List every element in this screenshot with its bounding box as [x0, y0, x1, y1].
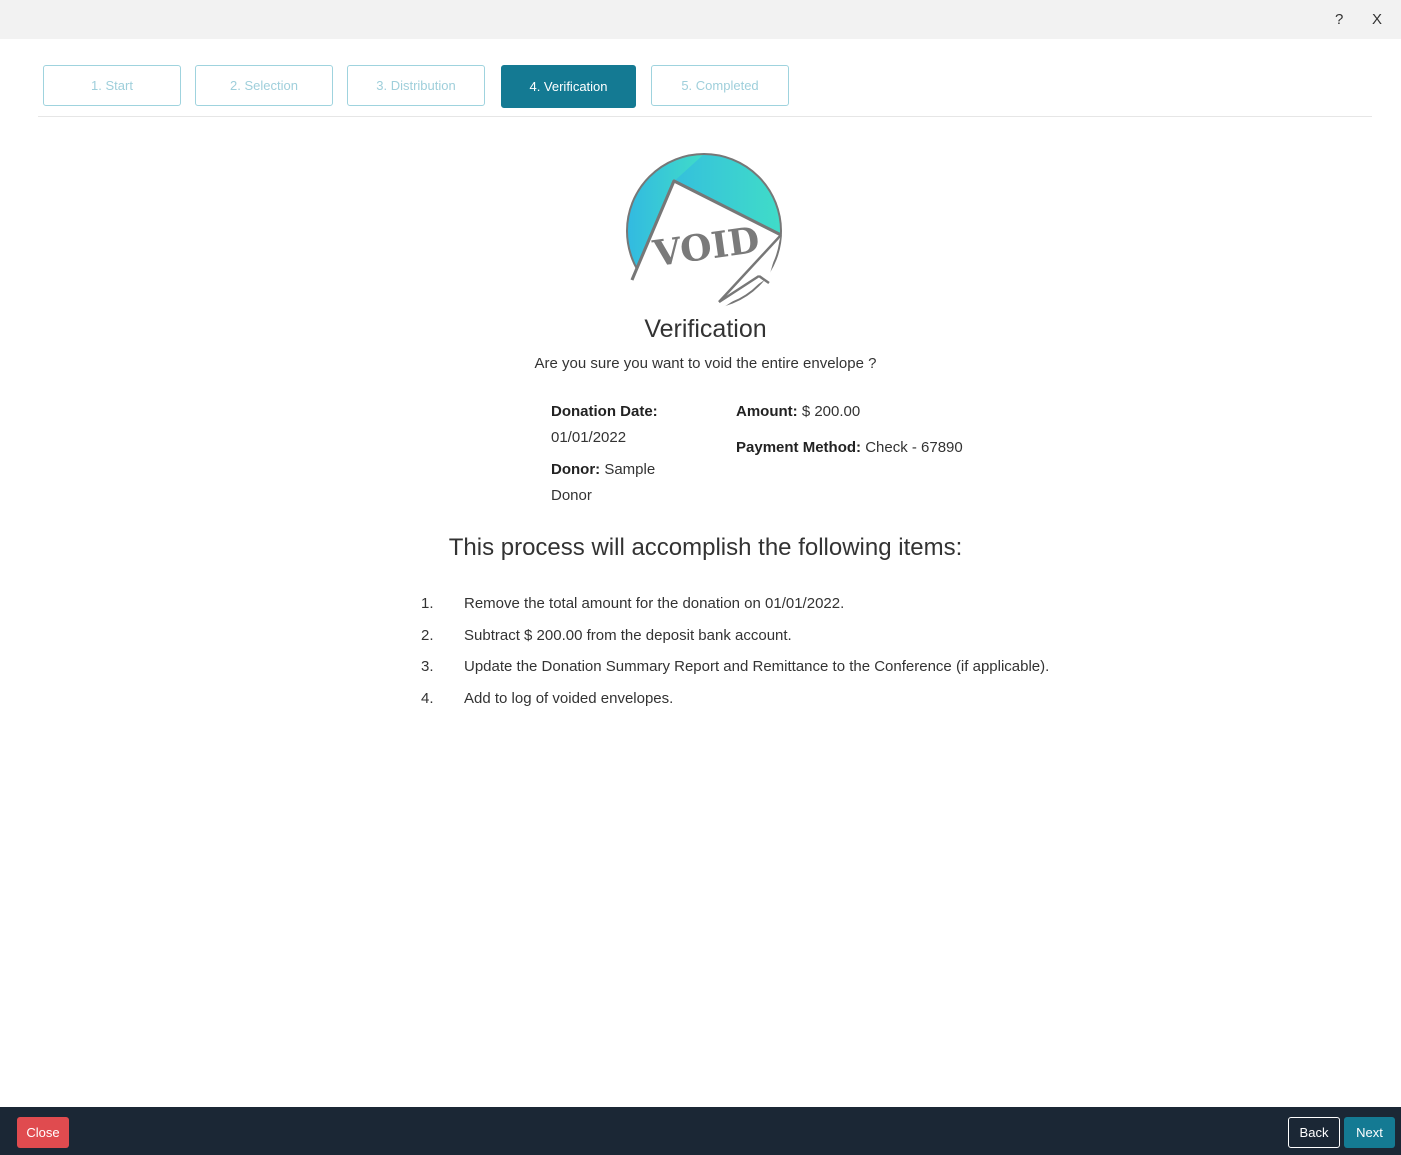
donation-date-label: Donation Date:: [551, 403, 658, 420]
close-window-button[interactable]: X: [1372, 11, 1382, 29]
list-item-text: Update the Donation Summary Report and R…: [464, 658, 1050, 676]
back-button[interactable]: Back: [1288, 1117, 1340, 1148]
list-item: 4. Add to log of voided envelopes.: [421, 687, 1121, 719]
list-item-number: 2.: [421, 626, 434, 644]
payment-method-field: Payment Method: Check - 67890: [736, 435, 963, 461]
payment-method-label: Payment Method:: [736, 439, 862, 456]
step-verification[interactable]: 4. Verification: [501, 65, 636, 108]
list-item-number: 1.: [421, 595, 434, 612]
page-title: Verification: [644, 315, 767, 343]
list-item-number: 3.: [421, 658, 434, 676]
step-start[interactable]: 1. Start: [43, 65, 181, 106]
title-bar: ? X: [0, 0, 1401, 39]
list-item-number: 4.: [421, 690, 434, 708]
process-items-list: 1. Remove the total amount for the donat…: [421, 592, 1121, 719]
steps-divider: [38, 116, 1372, 117]
step-completed[interactable]: 5. Completed: [651, 65, 789, 106]
wizard-steps: 1. Start 2. Selection 3. Distribution 4.…: [43, 65, 1373, 108]
amount-label: Amount:: [736, 403, 798, 420]
step-selection[interactable]: 2. Selection: [195, 65, 333, 106]
donation-date-value: 01/01/2022: [551, 429, 627, 446]
payment-method-value: Check - 67890: [865, 439, 963, 456]
confirmation-question: Are you sure you want to void the entire…: [534, 355, 877, 372]
list-item: 1. Remove the total amount for the donat…: [421, 592, 1121, 624]
close-button[interactable]: Close: [17, 1117, 69, 1148]
list-item: 3. Update the Donation Summary Report an…: [421, 655, 1121, 687]
list-item-text: Add to log of voided envelopes.: [464, 690, 674, 708]
footer-bar: Close Back Next: [0, 1107, 1401, 1155]
step-distribution[interactable]: 3. Distribution: [347, 65, 485, 106]
list-item-text: Remove the total amount for the donation…: [464, 595, 845, 612]
donation-date-field: Donation Date: 01/01/2022: [551, 399, 721, 451]
list-item: 2. Subtract $ 200.00 from the deposit ba…: [421, 624, 1121, 656]
amount-field: Amount: $ 200.00: [736, 399, 860, 425]
help-button[interactable]: ?: [1335, 11, 1343, 29]
amount-value: $ 200.00: [801, 403, 861, 420]
list-item-text: Subtract $ 200.00 from the deposit bank …: [464, 626, 792, 644]
void-envelope-icon: VOID: [624, 152, 784, 313]
donor-field: Donor: Sample Donor: [551, 457, 681, 509]
process-title: This process will accomplish the followi…: [448, 534, 963, 561]
next-button[interactable]: Next: [1344, 1117, 1395, 1148]
donor-label: Donor:: [551, 461, 601, 478]
